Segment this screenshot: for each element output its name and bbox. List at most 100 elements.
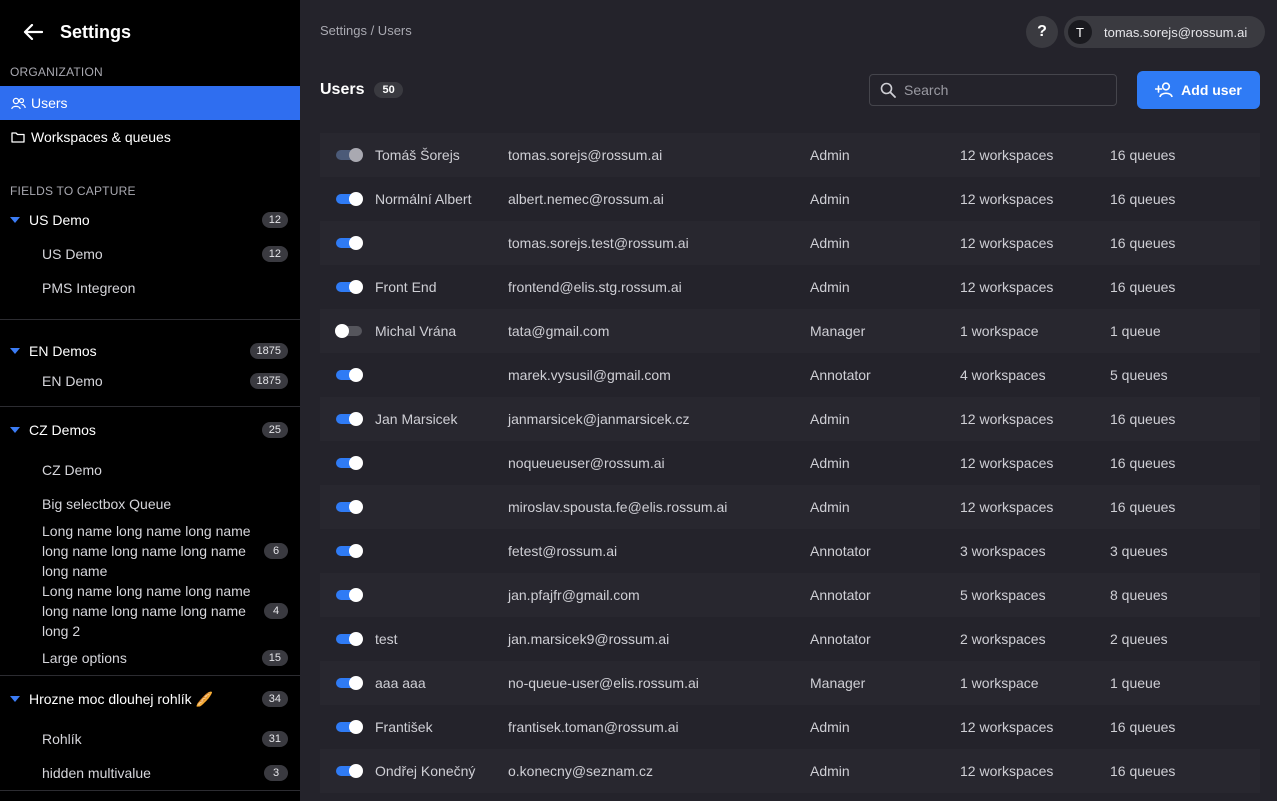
table-row[interactable]: marek.vysusil@gmail.com Annotator 4 worksp… <box>320 353 1260 397</box>
table-row[interactable]: František frantisek.toman@rossum.ai Admin 1… <box>320 705 1260 749</box>
user-queues: 5 queues <box>1110 367 1168 383</box>
user-workspaces: 4 workspaces <box>960 367 1046 383</box>
user-active-toggle[interactable] <box>336 588 363 602</box>
user-queues: 16 queues <box>1110 147 1176 163</box>
caret-down-icon <box>10 696 20 702</box>
queue-group: Hrozne moc dlouhej rohlík 🥖 34 Rohlík 31… <box>0 676 300 791</box>
user-email-cell: o.konecny@seznam.cz <box>508 763 653 779</box>
queue-item[interactable]: Long name long name long name long name … <box>0 581 300 641</box>
search-box[interactable] <box>869 74 1117 106</box>
table-row[interactable]: Tomáš Šorejs tomas.sorejs@rossum.ai Admin 1… <box>320 133 1260 177</box>
add-user-label: Add user <box>1181 82 1242 98</box>
table-row[interactable]: Jan Marsicek janmarsicek@janmarsicek.cz Ad… <box>320 397 1260 441</box>
toggle-knob <box>349 544 363 558</box>
queue-group: EN Demos 1875 EN Demo 1875 <box>0 320 300 407</box>
table-row[interactable]: miroslav.spousta.fe@elis.rossum.ai Admin 1… <box>320 485 1260 529</box>
table-row[interactable]: test jan.marsicek9@rossum.ai Annotator 2 wo… <box>320 617 1260 661</box>
sidebar-item-workspaces[interactable]: Workspaces & queues <box>0 120 300 154</box>
group-count-badge: 34 <box>261 691 288 707</box>
table-row[interactable]: fetest@rossum.ai Annotator 3 workspaces 3 q… <box>320 529 1260 573</box>
group-name: US Demo <box>29 212 90 228</box>
user-active-toggle[interactable] <box>336 236 363 250</box>
table-row[interactable]: jan.pfajfr@gmail.com Annotator 5 workspace… <box>320 573 1260 617</box>
user-role: Admin <box>810 763 850 779</box>
toggle-knob <box>349 632 363 646</box>
group-header-cz-demos[interactable]: CZ Demos 25 <box>0 407 300 453</box>
group-header-us-demo[interactable]: US Demo 12 <box>0 203 300 237</box>
add-user-button[interactable]: Add user <box>1137 71 1260 109</box>
group-header-en-demos[interactable]: EN Demos 1875 <box>0 320 300 370</box>
table-row[interactable]: noqueueuser@rossum.ai Admin 12 workspaces 1… <box>320 441 1260 485</box>
user-queues: 16 queues <box>1110 279 1176 295</box>
search-input[interactable] <box>904 82 1104 98</box>
group-count-badge: 25 <box>261 422 288 438</box>
sidebar: Settings ORGANIZATION Users Workspaces &… <box>0 0 300 801</box>
main-content: Settings / Users ? T tomas.sorejs@rossum… <box>300 0 1277 801</box>
queue-name: US Demo <box>42 246 103 262</box>
page-title: Users 50 <box>320 81 403 99</box>
user-workspaces: 12 workspaces <box>960 235 1054 251</box>
user-queues: 16 queues <box>1110 455 1176 471</box>
queue-item[interactable]: EN Demo 1875 <box>0 370 300 392</box>
user-workspaces: 3 workspaces <box>960 543 1046 559</box>
user-role: Admin <box>810 191 850 207</box>
queue-item[interactable]: Rohlík 31 <box>0 722 300 756</box>
user-workspaces: 2 workspaces <box>960 631 1046 647</box>
user-active-toggle[interactable] <box>336 148 363 162</box>
user-active-toggle[interactable] <box>336 456 363 470</box>
table-row[interactable]: Front End frontend@elis.stg.rossum.ai Admi… <box>320 265 1260 309</box>
table-row[interactable]: aaa aaa no-queue-user@elis.rossum.ai Manag… <box>320 661 1260 705</box>
section-fields-to-capture: FIELDS TO CAPTURE <box>10 184 136 198</box>
sidebar-title: Settings <box>60 21 132 42</box>
user-active-toggle[interactable] <box>336 676 363 690</box>
user-email-cell: noqueueuser@rossum.ai <box>508 455 665 471</box>
table-row[interactable]: Michal Vrána tata@gmail.com Manager 1 works… <box>320 309 1260 353</box>
user-active-toggle[interactable] <box>336 544 363 558</box>
queue-name: hidden multivalue <box>42 765 151 781</box>
table-row[interactable]: Ondřej Konečný o.konecny@seznam.cz Admin 12… <box>320 749 1260 793</box>
back-arrow-icon[interactable] <box>22 21 44 43</box>
queue-item[interactable]: CZ Demo <box>0 453 300 487</box>
queue-count-badge: 3 <box>264 765 288 781</box>
sidebar-item-users[interactable]: Users <box>0 86 300 120</box>
queue-item[interactable]: US Demo 12 <box>0 237 300 271</box>
queue-item[interactable]: Long name long name long name long name … <box>0 521 300 581</box>
user-active-toggle[interactable] <box>336 368 363 382</box>
user-role: Annotator <box>810 367 871 383</box>
user-role: Manager <box>810 675 866 691</box>
help-button[interactable]: ? <box>1026 16 1058 48</box>
user-active-toggle[interactable] <box>336 632 363 646</box>
queue-item[interactable]: Big selectbox Queue <box>0 487 300 521</box>
queue-item[interactable]: hidden multivalue 3 <box>0 756 300 790</box>
user-name: test <box>375 631 398 647</box>
user-workspaces: 12 workspaces <box>960 719 1054 735</box>
user-queues: 1 queue <box>1110 675 1161 691</box>
user-active-toggle[interactable] <box>336 764 363 778</box>
user-active-toggle[interactable] <box>336 192 363 206</box>
table-row[interactable]: Normální Albert albert.nemec@rossum.ai Adm… <box>320 177 1260 221</box>
user-role: Admin <box>810 499 850 515</box>
group-header-hrozne[interactable]: Hrozne moc dlouhej rohlík 🥖 34 <box>0 676 300 722</box>
user-workspaces: 12 workspaces <box>960 147 1054 163</box>
toggle-knob <box>349 148 363 162</box>
folder-icon <box>10 129 26 145</box>
user-menu[interactable]: T tomas.sorejs@rossum.ai <box>1064 16 1265 48</box>
user-email-cell: tomas.sorejs.test@rossum.ai <box>508 235 689 251</box>
table-row[interactable]: tomas.sorejs.test@rossum.ai Admin 12 works… <box>320 221 1260 265</box>
user-role: Admin <box>810 455 850 471</box>
queue-item[interactable]: PMS Integreon <box>0 271 300 305</box>
user-name: František <box>375 719 433 735</box>
user-workspaces: 12 workspaces <box>960 455 1054 471</box>
user-active-toggle[interactable] <box>336 500 363 514</box>
section-organization: ORGANIZATION <box>10 65 103 79</box>
group-name: EN Demos <box>29 343 97 359</box>
user-active-toggle[interactable] <box>336 720 363 734</box>
user-email-cell: frantisek.toman@rossum.ai <box>508 719 679 735</box>
user-active-toggle[interactable] <box>335 324 362 338</box>
user-active-toggle[interactable] <box>336 280 363 294</box>
user-active-toggle[interactable] <box>336 412 363 426</box>
sidebar-header: Settings <box>0 0 300 64</box>
user-name: Michal Vrána <box>375 323 457 339</box>
queue-item[interactable]: Large options 15 <box>0 641 300 675</box>
user-role: Annotator <box>810 631 871 647</box>
